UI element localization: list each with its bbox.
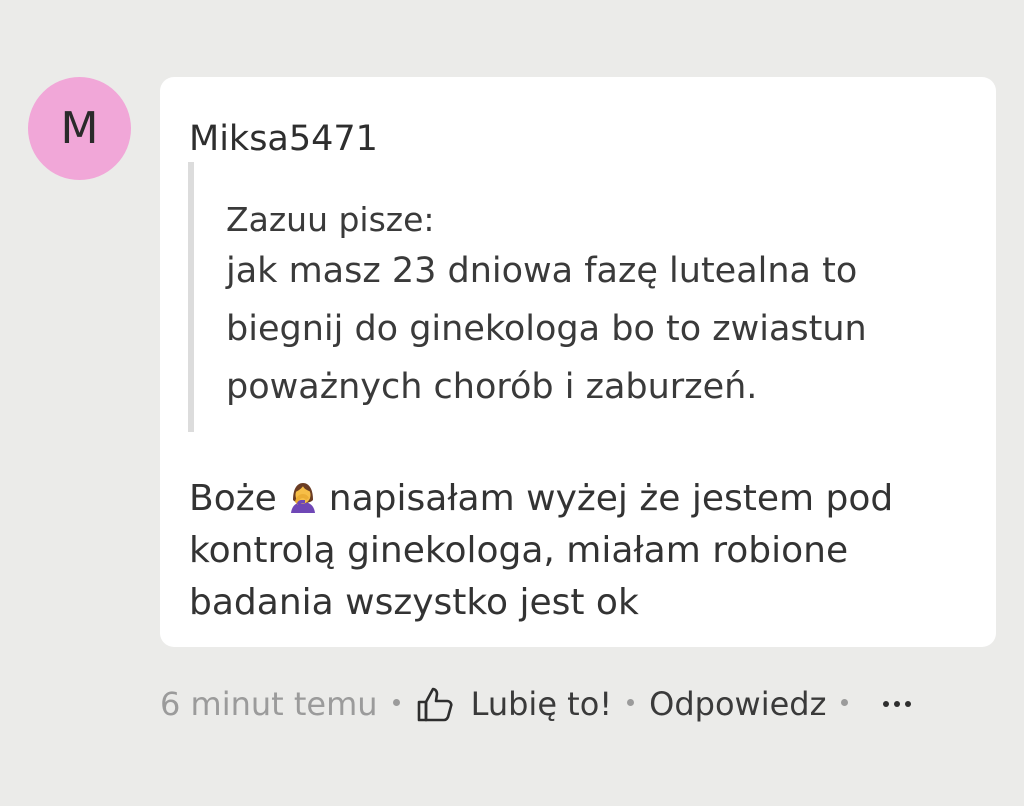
more-dots-icon xyxy=(894,701,901,707)
more-dots-icon xyxy=(883,701,890,707)
avatar-letter: M xyxy=(60,103,99,154)
separator-dot xyxy=(392,698,400,706)
facepalm-emoji-icon xyxy=(290,483,315,513)
separator-dot xyxy=(841,698,849,706)
thumbs-up-icon xyxy=(417,687,453,722)
comment-author[interactable]: Miksa5471 xyxy=(189,117,378,161)
avatar[interactable]: M xyxy=(28,77,131,180)
comment-text: Boże napisałam wyżej że jestem pod kontr… xyxy=(189,473,969,629)
comment-text-start: Boże xyxy=(189,478,277,519)
more-dots-icon xyxy=(905,701,912,707)
comment-card: Miksa5471 Zazuu pisze: jak masz 23 dniow… xyxy=(160,77,996,647)
separator-dot xyxy=(627,698,635,706)
quote-text: jak masz 23 dniowa fazę lutealna to bieg… xyxy=(226,251,867,407)
more-options-button[interactable] xyxy=(883,701,912,707)
reply-button[interactable]: Odpowiedz xyxy=(649,685,826,723)
like-button[interactable]: Lubię to! xyxy=(415,684,613,724)
quote-author: Zazuu pisze: xyxy=(226,200,435,239)
comment-time: 6 minut temu xyxy=(160,685,378,723)
like-label: Lubię to! xyxy=(470,685,613,723)
comment-footer: 6 minut temu Lubię to! Odpowiedz xyxy=(160,679,912,729)
comment-screen: M Miksa5471 Zazuu pisze: jak masz 23 dni… xyxy=(0,0,1024,806)
quote-block: Zazuu pisze: jak masz 23 dniowa fazę lut… xyxy=(188,162,954,432)
